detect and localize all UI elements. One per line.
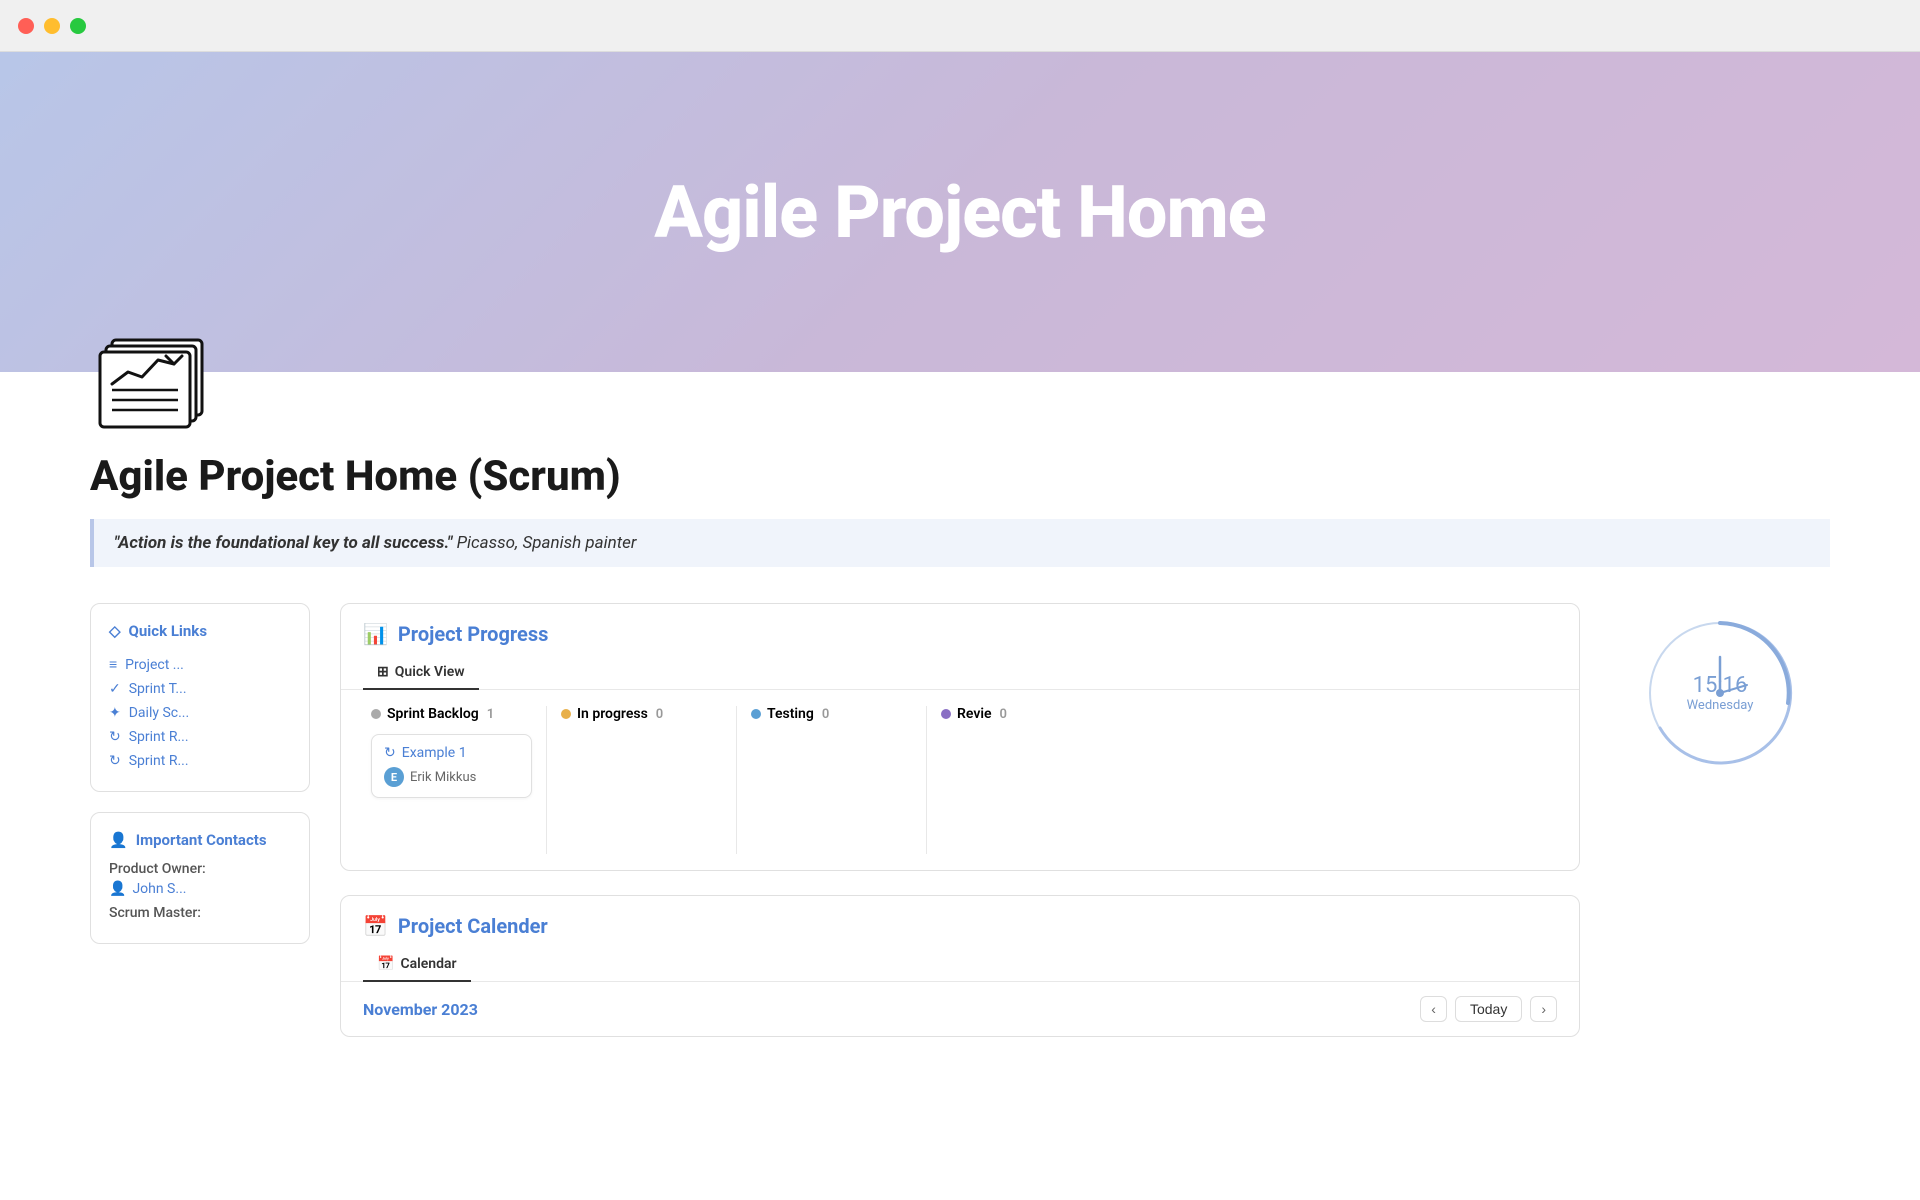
- clock-text: 15:16 Wednesday: [1687, 673, 1754, 713]
- calendar-nav: November 2023 ‹ Today ›: [341, 982, 1579, 1036]
- clock-time: 15:16: [1687, 673, 1754, 698]
- clock-widget: 15:16 Wednesday: [1640, 613, 1800, 773]
- calendar-prev-button[interactable]: ‹: [1420, 996, 1447, 1022]
- sidebar-link-sprint-r1[interactable]: ↻ Sprint R...: [109, 725, 291, 749]
- kanban-board: Sprint Backlog 1 ↻ Example 1 E Erik Mikk…: [341, 690, 1579, 870]
- maximize-button[interactable]: [70, 18, 86, 34]
- product-owner-link[interactable]: 👤 John S...: [109, 881, 291, 897]
- inprogress-count: 0: [656, 707, 663, 722]
- left-sidebar: ◇ Quick Links ≡ Project ... ✓ Sprint T..…: [90, 603, 310, 944]
- center-content: 📊 Project Progress ⊞ Quick View S: [340, 603, 1580, 1037]
- refresh-icon-2: ↻: [109, 753, 121, 769]
- kanban-col-testing: Testing 0: [737, 706, 927, 854]
- contacts-card: 👤 Important Contacts Product Owner: 👤 Jo…: [90, 812, 310, 944]
- check-circle-icon: ✓: [109, 681, 121, 697]
- hero-banner: Agile Project Home: [0, 52, 1920, 372]
- calendar-tab-icon: 📅: [377, 956, 394, 972]
- quote-text: "Action is the foundational key to all s…: [114, 533, 452, 553]
- product-owner-label: Product Owner:: [109, 861, 291, 877]
- person-icon: 👤: [109, 831, 128, 849]
- backlog-dot: [371, 709, 381, 719]
- sparkle-icon: ✦: [109, 705, 121, 721]
- close-button[interactable]: [18, 18, 34, 34]
- sidebar-link-sprint-t[interactable]: ✓ Sprint T...: [109, 677, 291, 701]
- card-avatar: E: [384, 767, 404, 787]
- list-icon: ≡: [109, 656, 117, 673]
- progress-tabs: ⊞ Quick View: [341, 646, 1579, 690]
- kanban-card-example1[interactable]: ↻ Example 1 E Erik Mikkus: [371, 734, 532, 798]
- review-count: 0: [1000, 707, 1007, 722]
- project-progress-panel: 📊 Project Progress ⊞ Quick View S: [340, 603, 1580, 871]
- calendar-next-button[interactable]: ›: [1530, 996, 1557, 1022]
- table-icon: ⊞: [377, 664, 389, 680]
- project-calendar-panel: 📅 Project Calender 📅 Calendar November 2…: [340, 895, 1580, 1037]
- calendar-icon: 📅: [363, 914, 388, 938]
- kanban-col-inprogress: In progress 0: [547, 706, 737, 854]
- sidebar-link-project[interactable]: ≡ Project ...: [109, 652, 291, 677]
- kanban-col-backlog: Sprint Backlog 1 ↻ Example 1 E Erik Mikk…: [357, 706, 547, 854]
- quote-author: Picasso, Spanish painter: [452, 533, 636, 553]
- right-widget: 15:16 Wednesday: [1610, 603, 1830, 773]
- review-dot: [941, 709, 951, 719]
- progress-panel-header: 📊 Project Progress: [341, 604, 1579, 646]
- calendar-panel-header: 📅 Project Calender: [341, 896, 1579, 938]
- tab-calendar[interactable]: 📅 Calendar: [363, 948, 471, 982]
- content-area: Agile Project Home (Scrum) "Action is th…: [0, 372, 1920, 1077]
- review-header: Revie 0: [941, 706, 1103, 722]
- progress-panel-title: Project Progress: [398, 622, 548, 646]
- quick-links-title: ◇ Quick Links: [109, 622, 291, 640]
- inprogress-header: In progress 0: [561, 706, 722, 722]
- hero-title: Agile Project Home: [654, 170, 1265, 255]
- refresh-card-icon: ↻: [384, 745, 396, 761]
- card-author: E Erik Mikkus: [384, 767, 519, 787]
- page-title: Agile Project Home (Scrum): [90, 452, 1830, 501]
- today-button[interactable]: Today: [1455, 996, 1522, 1022]
- tab-quick-view[interactable]: ⊞ Quick View: [363, 656, 479, 690]
- calendar-tabs: 📅 Calendar: [341, 938, 1579, 982]
- testing-header: Testing 0: [751, 706, 912, 722]
- card-title: ↻ Example 1: [384, 745, 519, 761]
- backlog-count: 1: [487, 707, 494, 722]
- calendar-panel-title: Project Calender: [398, 914, 548, 938]
- contacts-title: 👤 Important Contacts: [109, 831, 291, 849]
- main-layout: ◇ Quick Links ≡ Project ... ✓ Sprint T..…: [90, 603, 1830, 1037]
- minimize-button[interactable]: [44, 18, 60, 34]
- sidebar-link-daily[interactable]: ✦ Daily Sc...: [109, 701, 291, 725]
- chart-icon: 📊: [363, 622, 388, 646]
- quick-links-card: ◇ Quick Links ≡ Project ... ✓ Sprint T..…: [90, 603, 310, 792]
- clock-day: Wednesday: [1687, 698, 1754, 713]
- testing-dot: [751, 709, 761, 719]
- page-icon: [90, 322, 220, 432]
- backlog-header: Sprint Backlog 1: [371, 706, 532, 722]
- quick-links-icon: ◇: [109, 622, 121, 640]
- scrum-master-label: Scrum Master:: [109, 905, 291, 921]
- refresh-icon: ↻: [109, 729, 121, 745]
- person-icon-2: 👤: [109, 881, 126, 897]
- window-chrome: [0, 0, 1920, 52]
- testing-count: 0: [822, 707, 829, 722]
- sidebar-link-sprint-r2[interactable]: ↻ Sprint R...: [109, 749, 291, 773]
- kanban-col-review: Revie 0: [927, 706, 1117, 854]
- calendar-month: November 2023: [363, 1000, 478, 1019]
- quote-block: "Action is the foundational key to all s…: [90, 519, 1830, 567]
- inprogress-dot: [561, 709, 571, 719]
